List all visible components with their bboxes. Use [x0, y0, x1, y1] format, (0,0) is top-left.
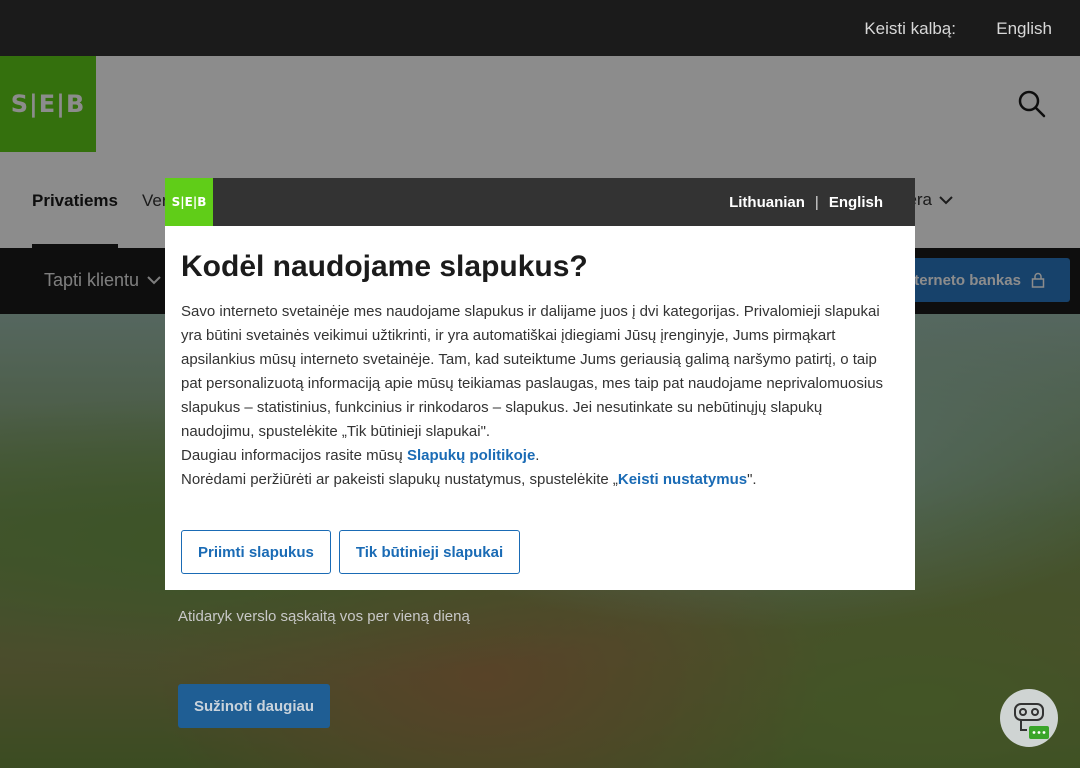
change-settings-link[interactable]: Keisti nustatymus — [618, 471, 747, 488]
settings-suffix: ". — [747, 471, 757, 488]
necessary-cookies-only-button[interactable]: Tik būtinieji slapukai — [338, 530, 521, 574]
dialog-header: S|E|B Lithuanian | English — [165, 178, 915, 226]
hero-subtitle: Atidaryk verslo sąskaitą vos per vieną d… — [178, 608, 470, 625]
dialog-body: Savo interneto svetainėje mes naudojame … — [181, 300, 893, 492]
dialog-actions: Priimti slapukus Tik būtinieji slapukai — [181, 530, 521, 574]
cookie-consent-dialog: S|E|B Lithuanian | English Kodėl naudoja… — [165, 178, 915, 590]
dialog-title: Kodėl naudojame slapukus? — [181, 250, 588, 283]
chat-assistant-button[interactable] — [1000, 689, 1058, 747]
settings-text: Norėdami peržiūrėti ar pakeisti slapukų … — [181, 471, 618, 488]
language-lithuanian-link[interactable]: Lithuanian — [729, 194, 805, 211]
seb-logo-text: S|E|B — [171, 195, 207, 209]
dialog-language-switcher: Lithuanian | English — [729, 194, 883, 211]
more-info-text: Daugiau informacijos rasite mūsų — [181, 447, 407, 464]
language-separator: | — [814, 194, 819, 211]
cookie-policy-link[interactable]: Slapukų politikoje — [407, 447, 535, 464]
accept-cookies-button[interactable]: Priimti slapukus — [181, 530, 331, 574]
cookie-description: Savo interneto svetainėje mes naudojame … — [181, 303, 884, 440]
more-info-suffix: . — [535, 447, 540, 464]
top-bar: Keisti kalbą: English — [0, 0, 1080, 56]
language-english-link[interactable]: English — [996, 19, 1052, 39]
seb-logo: S|E|B — [165, 178, 213, 226]
change-language-label: Keisti kalbą: — [864, 19, 956, 38]
language-english-link[interactable]: English — [829, 194, 883, 211]
chatbot-icon — [1014, 703, 1049, 739]
learn-more-button[interactable]: Sužinoti daugiau — [178, 684, 330, 728]
